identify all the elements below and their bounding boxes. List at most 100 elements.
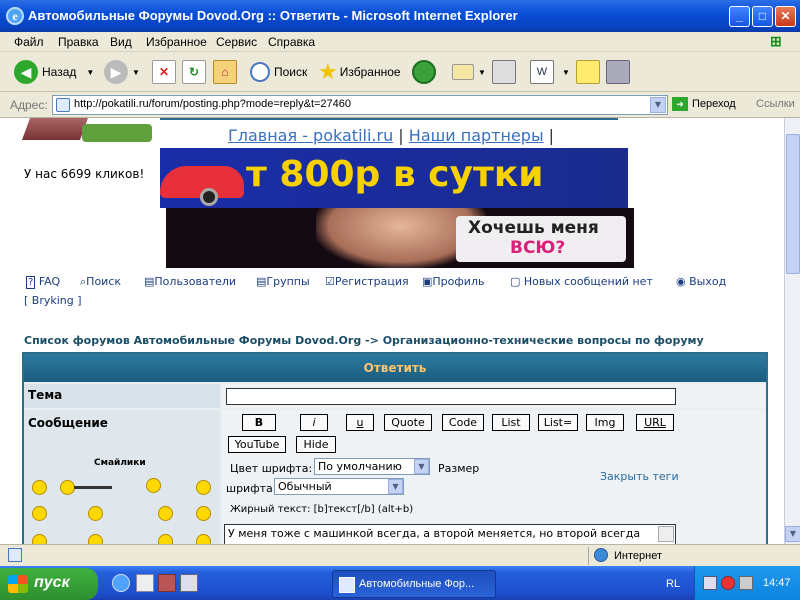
links-label[interactable]: Ссылки <box>756 98 795 110</box>
smiley-surprised-icon[interactable] <box>88 506 103 521</box>
minimize-button[interactable]: _ <box>729 6 750 27</box>
favorites-button[interactable]: ★ Избранное <box>318 56 401 88</box>
research-button[interactable] <box>606 56 634 88</box>
message-label-cell: Сообщение Смайлики <box>24 410 220 544</box>
quicklaunch-app-icon[interactable] <box>180 574 198 592</box>
nav-groups[interactable]: ▤Группы <box>256 275 310 288</box>
nav-register[interactable]: ☑Регистрация <box>325 275 409 288</box>
home-link[interactable]: Главная - pokatili.ru <box>228 126 393 145</box>
menu-view[interactable]: Вид <box>110 35 132 49</box>
smiley-eek-icon[interactable] <box>158 506 173 521</box>
textarea-scroll-up[interactable] <box>658 526 674 542</box>
menu-file[interactable]: Файл <box>14 35 44 49</box>
img-button[interactable]: Img <box>586 414 624 431</box>
back-dropdown-icon[interactable]: ▼ <box>86 68 94 77</box>
smiley-row3-3-icon[interactable] <box>158 534 173 544</box>
code-button[interactable]: Code <box>442 414 484 431</box>
partners-link[interactable]: Наши партнеры <box>409 126 544 145</box>
bold-button[interactable]: B <box>242 414 276 431</box>
smiley-row3-1-icon[interactable] <box>32 534 47 544</box>
refresh-button[interactable]: ↻ <box>182 56 210 88</box>
smiley-row3-4-icon[interactable] <box>196 534 211 544</box>
menu-favorites[interactable]: Избранное <box>146 35 207 49</box>
scroll-down-icon[interactable]: ▼ <box>785 526 800 542</box>
note-icon <box>576 60 600 84</box>
font-size-dropdown-icon[interactable]: ▼ <box>388 479 403 494</box>
nav-users[interactable]: ▤Пользователи <box>144 275 236 288</box>
url-button[interactable]: URL <box>636 414 674 431</box>
youtube-button[interactable]: YouTube <box>228 436 286 453</box>
font-size-select[interactable]: Обычный <box>274 478 404 495</box>
forward-dropdown-icon[interactable]: ▼ <box>132 68 140 77</box>
tray-network-icon[interactable] <box>703 576 717 590</box>
maximize-button[interactable]: □ <box>752 6 773 27</box>
zone-label: Интернет <box>614 550 662 562</box>
edit-dropdown-icon[interactable]: ▼ <box>562 68 570 77</box>
font-color-dropdown-icon[interactable]: ▼ <box>414 459 429 474</box>
print-button[interactable] <box>492 56 520 88</box>
groups-icon: ▤ <box>256 275 267 288</box>
quicklaunch-explorer-icon[interactable] <box>136 574 154 592</box>
mail-button[interactable]: ▼ <box>452 56 486 88</box>
printer-icon <box>492 60 516 84</box>
smiley-row3-2-icon[interactable] <box>88 534 103 544</box>
nav-logout[interactable]: ◉ Выход <box>676 275 726 288</box>
discuss-button[interactable] <box>576 56 604 88</box>
smiley-confused-icon[interactable] <box>196 506 211 521</box>
taskbar-window-button[interactable]: Автомобильные Фор... <box>332 570 496 598</box>
language-indicator[interactable]: RL <box>666 578 680 590</box>
profile-icon: ▣ <box>422 275 433 288</box>
go-button[interactable]: ➜ Переход <box>672 97 736 111</box>
font-color-select[interactable]: По умолчанию <box>314 458 430 475</box>
bbcode-hint: Жирный текст: [b]текст[/b] (alt+b) <box>230 504 414 515</box>
windows-flag-icon: ⊞ <box>770 33 782 49</box>
tray-volume-icon[interactable] <box>739 576 753 590</box>
menu-edit[interactable]: Правка <box>58 35 99 49</box>
breadcrumb-forum-link[interactable]: Организационно-технические вопросы по фо… <box>383 334 704 347</box>
page-scrollbar[interactable]: ▼ <box>784 118 800 544</box>
start-button[interactable]: пуск <box>0 568 98 600</box>
home-button[interactable]: ⌂ <box>213 56 241 88</box>
nav-search[interactable]: ⌕Поиск <box>80 275 121 289</box>
search-button[interactable]: Поиск <box>250 56 307 88</box>
italic-button[interactable]: i <box>300 414 328 431</box>
back-button[interactable]: ◀ Назад ▼ <box>14 56 94 88</box>
back-arrow-icon: ◀ <box>14 60 38 84</box>
underline-button[interactable]: u <box>346 414 374 431</box>
edit-button[interactable]: W ▼ <box>530 56 570 88</box>
breadcrumb-index-link[interactable]: Список форумов Автомобильные Форумы Dovo… <box>24 334 361 347</box>
nav-profile[interactable]: ▣Профиль <box>422 275 484 288</box>
quicklaunch-ie-icon[interactable] <box>112 574 130 592</box>
message-textarea[interactable]: У меня тоже с машинкой всегда, а второй … <box>224 524 676 544</box>
menu-tools[interactable]: Сервис <box>216 35 257 49</box>
stop-button[interactable]: ✕ <box>152 56 180 88</box>
scrollbar-thumb[interactable] <box>786 134 800 274</box>
menu-help[interactable]: Справка <box>268 35 315 49</box>
mail-dropdown-icon[interactable]: ▼ <box>478 68 486 77</box>
smiley-grin-icon[interactable] <box>32 480 47 495</box>
nav-faq[interactable]: ? FAQ <box>26 275 60 289</box>
close-button[interactable]: ✕ <box>775 6 796 27</box>
list-button[interactable]: List <box>492 414 530 431</box>
nav-new-messages[interactable]: ▢ Новых сообщений нет <box>510 275 653 288</box>
quicklaunch-media-icon[interactable] <box>158 574 176 592</box>
nav-username[interactable]: [ Bryking ] <box>24 294 82 307</box>
close-tags-link[interactable]: Закрыть теги <box>600 470 679 483</box>
taskbar-window-icon <box>339 577 355 593</box>
address-dropdown-icon[interactable]: ▼ <box>650 97 666 113</box>
smiley-gun-icon[interactable] <box>146 478 161 493</box>
banner-top[interactable]: т 800р в сутки <box>160 148 628 208</box>
list-ordered-button[interactable]: List= <box>538 414 578 431</box>
banner-bottom[interactable]: Хочешь меня ВСЮ? <box>166 208 634 268</box>
hide-button[interactable]: Hide <box>296 436 336 453</box>
subject-input[interactable] <box>226 388 676 405</box>
history-button[interactable] <box>412 56 440 88</box>
header-links: Главная - pokatili.ru | Наши партнеры | <box>228 126 554 145</box>
site-logo[interactable] <box>21 118 156 146</box>
forward-button[interactable]: ▶ ▼ <box>104 56 140 88</box>
smiley-sad-icon[interactable] <box>32 506 47 521</box>
smiley-happy-icon[interactable] <box>196 480 211 495</box>
quote-button[interactable]: Quote <box>384 414 432 431</box>
tray-security-icon[interactable] <box>721 576 735 590</box>
smiley-sniper-icon[interactable] <box>60 480 75 495</box>
